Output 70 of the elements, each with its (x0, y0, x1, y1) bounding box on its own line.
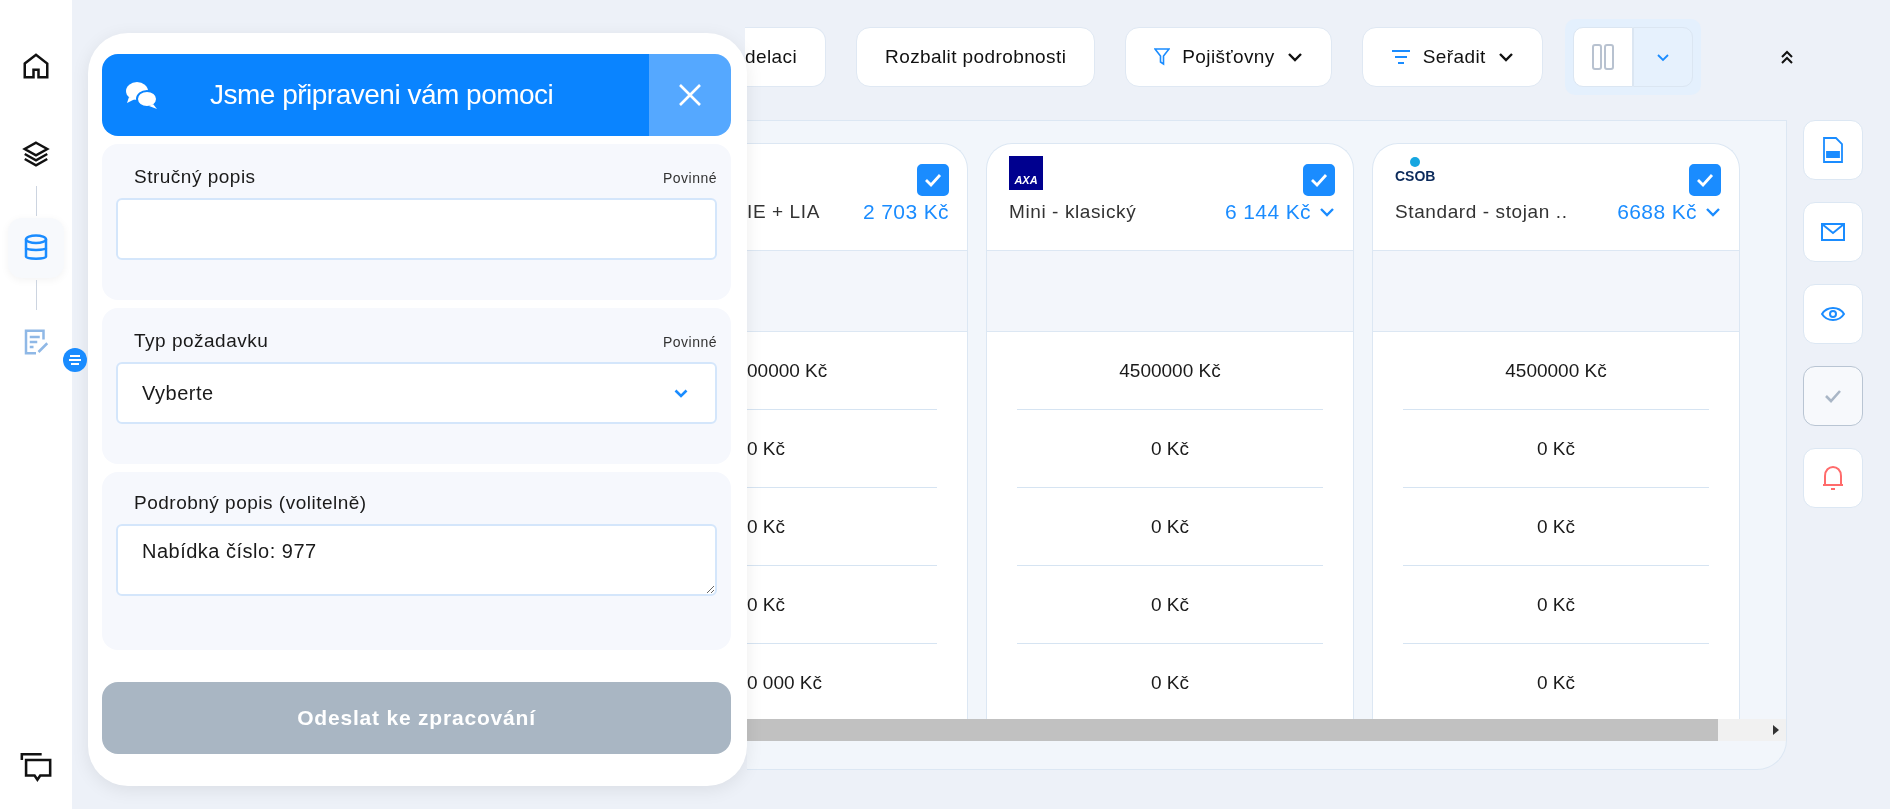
table-cell: 0 Kč (747, 593, 786, 616)
chevron-down-icon (1655, 52, 1670, 62)
table-cell: 00000 Kč (747, 359, 828, 382)
sort-icon (1390, 49, 1411, 65)
close-icon (678, 83, 702, 107)
action-button[interactable] (1803, 120, 1863, 180)
chevron-down-icon (1286, 52, 1303, 62)
product-name: Mini - klasický (1009, 201, 1138, 223)
list-handle-icon[interactable] (63, 348, 87, 372)
bell-icon (1822, 465, 1844, 491)
product-price: 6 144 Kč (1224, 200, 1311, 224)
field-label: Typ požadavku (134, 330, 269, 352)
home-icon (21, 51, 51, 81)
action-button[interactable] (1803, 202, 1863, 262)
table-cell: 0 Kč (747, 515, 786, 538)
columns-icon (1591, 44, 1614, 70)
chevron-down-icon (1497, 52, 1514, 62)
table-cell: 0 Kč (747, 437, 786, 460)
product-price: 6688 Kč (1617, 200, 1697, 224)
table-cell: 0 000 Kč (747, 671, 822, 694)
mail-icon (1821, 223, 1845, 241)
chevron-down-icon[interactable] (1705, 207, 1721, 217)
check-icon (1310, 173, 1328, 187)
toolbar-button[interactable]: Rozbalit podrobnosti (856, 27, 1096, 87)
table-cell: 4500000 Kč (1505, 359, 1607, 382)
table-cell: 4500000 Kč (1119, 359, 1221, 382)
close-button[interactable] (649, 54, 731, 136)
filter-icon (1154, 48, 1171, 66)
product-name: IE + LIA (747, 201, 821, 223)
input-field[interactable] (116, 198, 717, 260)
action-button[interactable] (1803, 448, 1863, 508)
scroll-right-arrow-icon[interactable] (1772, 724, 1780, 736)
check-icon (1824, 389, 1842, 403)
textarea-field[interactable]: Nabídka číslo: 977 (116, 524, 717, 596)
table-cell: 0 Kč (1151, 671, 1189, 694)
chevron-down-icon (674, 388, 688, 398)
field-label: Podrobný popis (volitelně) (134, 492, 367, 514)
table-cell: 0 Kč (1537, 593, 1575, 616)
checkbox[interactable] (917, 164, 949, 196)
checkbox[interactable] (1303, 164, 1335, 196)
panel-title: Jsme připraveni vám pomoci (210, 79, 554, 111)
chat-bubbles-icon (124, 79, 160, 111)
insurer-logo: AXA (1009, 156, 1043, 190)
horizontal-scrollbar[interactable] (747, 719, 1786, 741)
columns-view-button[interactable] (1572, 27, 1633, 87)
required-note: Povinné (662, 170, 717, 186)
table-cell: 0 Kč (1537, 515, 1575, 538)
eye-icon (1821, 306, 1845, 322)
select-field[interactable]: Vyberte (116, 362, 717, 424)
required-note: Povinné (662, 334, 717, 350)
table-cell: 0 Kč (1537, 671, 1575, 694)
pdf-file-icon (1822, 137, 1844, 163)
insurer-logo: CSOB (1395, 156, 1436, 184)
check-icon (924, 173, 942, 187)
table-cell: 0 Kč (1151, 515, 1189, 538)
product-price: 2 703 Kč (862, 200, 949, 224)
toolbar-button[interactable]: Pojišťovny (1125, 27, 1332, 87)
check-icon (1696, 173, 1714, 187)
toolbar-button[interactable]: delaci (745, 27, 827, 87)
chat-icon[interactable] (19, 751, 53, 783)
product-name: Standard - stojan .. (1395, 201, 1569, 223)
table-cell: 0 Kč (1151, 437, 1189, 460)
chevron-down-icon[interactable] (1319, 207, 1335, 217)
action-button[interactable] (1803, 284, 1863, 344)
table-cell: 0 Kč (1151, 593, 1189, 616)
field-label: Stručný popis (134, 166, 256, 188)
toolbar-button[interactable]: Seřadit (1361, 27, 1543, 87)
checkbox[interactable] (1689, 164, 1721, 196)
layers-icon (21, 139, 51, 169)
table-cell: 0 Kč (1537, 437, 1575, 460)
